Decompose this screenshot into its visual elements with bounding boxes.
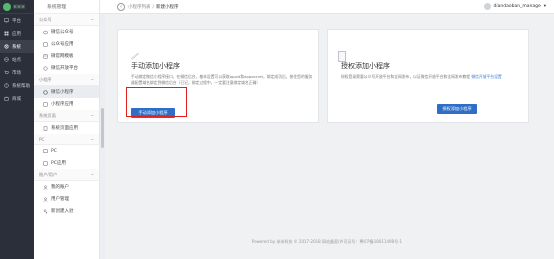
secondary-sidebar: 系统管理 公众号 − 微信公众号 公众号应用 微官网模板 微信开放平台 小程序 − … xyxy=(34,0,100,259)
manual-add-mini-program-button[interactable]: 手动添加小程序 xyxy=(131,108,175,118)
monitor-icon xyxy=(4,18,9,23)
minus-icon: − xyxy=(90,172,94,177)
logo-text: 米米米 xyxy=(13,3,25,9)
minus-icon: − xyxy=(90,77,94,82)
minus-icon: − xyxy=(90,113,94,118)
user-menu[interactable]: diandaoban_manage ▾ xyxy=(483,3,546,10)
rail-item-platform[interactable]: 平台 xyxy=(0,14,34,27)
page-icon xyxy=(43,126,48,130)
sidebar-item-pc[interactable]: PC xyxy=(34,145,99,157)
apps-icon xyxy=(43,102,48,106)
authorized-add-mini-program-button[interactable]: 授权添加小程序 xyxy=(437,104,477,114)
apps-icon xyxy=(43,161,48,165)
username: diandaoban_manage xyxy=(493,4,541,9)
template-icon xyxy=(43,54,48,58)
monitor-icon xyxy=(43,149,48,153)
grid-icon xyxy=(4,31,9,36)
open-platform-settings-link[interactable]: 微信开放平台设置 xyxy=(471,74,501,79)
sidebar-item-new-entry[interactable]: 新创建入驻 xyxy=(34,205,99,217)
breadcrumb: 小程序列表 / 新建小程序 xyxy=(128,4,179,10)
mini-program-icon xyxy=(43,89,48,95)
sidebar-group-mini-program[interactable]: 小程序 − xyxy=(34,74,99,86)
main-nav-rail: 米米米 平台 应用 系统 站点 市场 ? 系统帮助 商城 xyxy=(0,0,34,259)
sidebar-item-mini-program-apps[interactable]: 小程序应用 xyxy=(34,98,99,110)
caret-down-icon: ▾ xyxy=(543,4,546,9)
cart-icon xyxy=(4,70,9,74)
rail-item-apps[interactable]: 应用 xyxy=(0,27,34,40)
sidebar-group-official-account[interactable]: 公众号 − xyxy=(34,14,99,26)
back-button[interactable]: ‹ xyxy=(117,2,125,11)
sidebar-group-account[interactable]: 账户/用户 − xyxy=(34,169,99,181)
sidebar-item-system-page-apps[interactable]: 系统页面应用 xyxy=(34,122,99,134)
manual-add-card: 手动添加小程序 手动绑定微信小程序接口，在微信后台，基本设置可以获取appid和… xyxy=(117,29,319,123)
card-title: 手动添加小程序 xyxy=(131,62,180,70)
minus-icon: − xyxy=(90,137,94,142)
breadcrumb-parent[interactable]: 小程序列表 xyxy=(128,5,151,10)
card-description: 授权登录需要公众号开放平台和全网发布，以证微信开放平台和全网发布教程 微信开放平… xyxy=(341,74,502,79)
pencil-icon xyxy=(130,52,140,60)
sidebar-item-pc-apps[interactable]: PC应用 xyxy=(34,157,99,169)
platform-icon xyxy=(43,66,48,70)
rail-item-label: 应用 xyxy=(12,31,21,37)
rail-item-label: 站点 xyxy=(12,57,21,63)
rail-item-label: 系统 xyxy=(12,44,21,50)
shop-icon xyxy=(4,96,9,101)
user-icon xyxy=(43,185,48,190)
rail-item-market[interactable]: 市场 xyxy=(0,66,34,79)
sidebar-item-wechat-account[interactable]: 微信公众号 xyxy=(34,26,99,38)
rail-item-system[interactable]: 系统 xyxy=(0,40,34,53)
globe-icon xyxy=(4,57,9,62)
sidebar-header: 系统管理 xyxy=(34,0,99,14)
users-icon xyxy=(43,197,48,202)
rail-item-shop[interactable]: 商城 xyxy=(0,92,34,105)
rail-item-label: 系统帮助 xyxy=(12,83,30,89)
avatar xyxy=(483,3,491,10)
gear-icon xyxy=(4,44,9,49)
user-add-icon xyxy=(43,209,48,213)
sidebar-item-site-templates[interactable]: 微官网模板 xyxy=(34,50,99,62)
top-bar: ‹ 小程序列表 / 新建小程序 diandaoban_manage ▾ xyxy=(100,0,554,14)
rail-item-label: 市场 xyxy=(12,70,21,76)
help-icon: ? xyxy=(4,83,9,88)
sidebar-group-system-pages[interactable]: 系统页面 − xyxy=(34,110,99,122)
authorized-add-card: 授权添加小程序 授权登录需要公众号开放平台和全网发布，以证微信开放平台和全网发布… xyxy=(327,29,529,123)
footer: Powered by 米米科技 © 2017-2018 网站备案/许可证号：粤I… xyxy=(251,239,403,244)
sidebar-item-wechat-mini-program[interactable]: 微信小程序 xyxy=(34,86,99,98)
rail-item-label: 平台 xyxy=(12,18,21,24)
breadcrumb-current: 新建小程序 xyxy=(156,4,179,10)
rail-item-site[interactable]: 站点 xyxy=(0,53,34,66)
card-title: 授权添加小程序 xyxy=(341,62,390,70)
rail-item-help[interactable]: ? 系统帮助 xyxy=(0,79,34,92)
logo[interactable]: 米米米 xyxy=(0,0,34,14)
logo-mark-icon xyxy=(3,2,11,11)
chevron-left-icon: ‹ xyxy=(120,3,122,10)
breadcrumb-separator: / xyxy=(152,4,155,10)
sidebar-item-account-apps[interactable]: 公众号应用 xyxy=(34,38,99,50)
minus-icon: − xyxy=(90,17,94,22)
main-content: 手动添加小程序 手动绑定微信小程序接口，在微信后台，基本设置可以获取appid和… xyxy=(100,14,554,259)
rail-item-label: 商城 xyxy=(12,96,21,102)
card-description: 手动绑定微信小程序接口，在微信后台，基本设置可以获取appid和appsecre… xyxy=(131,74,313,85)
apps-icon xyxy=(43,42,48,46)
sidebar-item-my-account[interactable]: 我的账户 xyxy=(34,181,99,193)
sidebar-item-user-management[interactable]: 用户管理 xyxy=(34,193,99,205)
sidebar-group-pc[interactable]: PC − xyxy=(34,134,99,145)
chat-icon xyxy=(43,30,48,34)
sidebar-item-open-platform[interactable]: 微信开放平台 xyxy=(34,62,99,74)
